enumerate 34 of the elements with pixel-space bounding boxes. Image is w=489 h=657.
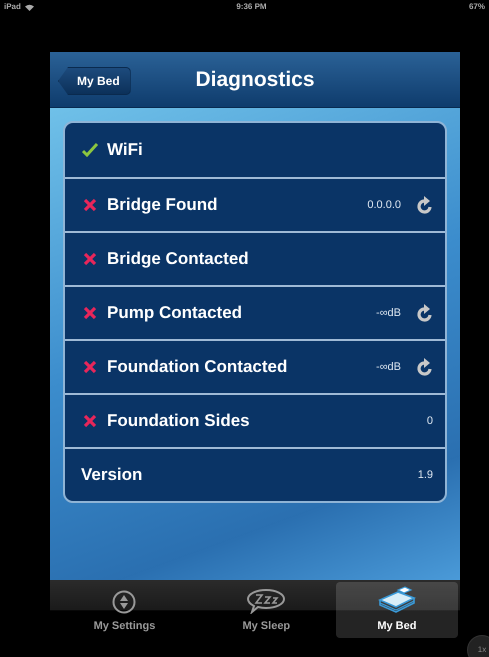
refresh-icon[interactable]: [417, 304, 433, 322]
row-label: Pump Contacted: [107, 302, 242, 324]
cross-icon: [83, 360, 97, 374]
row-label: Foundation Contacted: [107, 356, 288, 378]
row-value: 0: [426, 414, 433, 429]
row-label: Bridge Found: [107, 194, 218, 216]
row-value: 1.9: [418, 468, 433, 483]
up-down-icon: [112, 590, 136, 614]
wifi-icon: [24, 4, 34, 10]
refresh-icon[interactable]: [417, 358, 433, 376]
device-name: iPad: [4, 1, 21, 13]
row-label: Foundation Sides: [107, 410, 250, 432]
tab[interactable]: My Sleep: [200, 582, 332, 638]
cross-icon: [83, 414, 97, 428]
row-value: -∞dB: [376, 360, 401, 375]
battery-percent: 67%: [468, 1, 485, 13]
row-value: -∞dB: [376, 306, 401, 321]
zoom-button[interactable]: 1x: [467, 635, 489, 657]
screen-title: Diagnostics: [195, 67, 315, 93]
speech-bubble-icon: [246, 588, 286, 614]
tab[interactable]: My Bed: [336, 582, 458, 638]
cross-icon: [83, 252, 97, 266]
row-label: Bridge Contacted: [107, 248, 249, 270]
cross-icon: [83, 306, 97, 320]
clock: 9:36 PM: [236, 1, 267, 13]
cross-icon: [83, 198, 97, 212]
row-label: WiFi: [107, 139, 143, 162]
tab[interactable]: My Settings: [52, 582, 197, 638]
row-label: Version: [81, 464, 142, 486]
bed-icon: [378, 586, 416, 614]
row-value: 0.0.0.0: [367, 198, 401, 213]
check-icon: [82, 143, 98, 157]
back-button[interactable]: My Bed: [58, 67, 131, 95]
refresh-icon[interactable]: [417, 196, 433, 214]
